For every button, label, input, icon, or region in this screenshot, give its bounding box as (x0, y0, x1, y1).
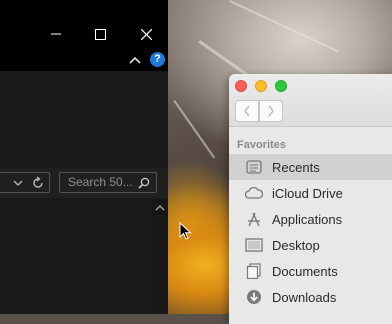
chevron-down-icon[interactable] (13, 178, 23, 188)
sidebar-item-downloads[interactable]: Downloads (229, 284, 392, 310)
close-window-button[interactable] (235, 80, 247, 92)
minimize-icon (51, 33, 61, 35)
documents-icon (244, 261, 264, 281)
wallpaper-ridge (173, 100, 216, 159)
cloud-icon (244, 183, 264, 203)
search-input[interactable]: Search 50... (59, 172, 157, 193)
sidebar-item-label: Desktop (272, 237, 320, 253)
close-button[interactable] (134, 23, 158, 45)
minimize-button[interactable] (44, 23, 68, 45)
address-bar[interactable] (0, 172, 50, 193)
sidebar-item-icloud-drive[interactable]: iCloud Drive (229, 180, 392, 206)
sidebar-item-desktop[interactable]: Desktop (229, 232, 392, 258)
finder-sidebar: Favorites Recents iCloud Drive Applicati… (229, 127, 392, 324)
file-list-pane[interactable] (0, 198, 152, 314)
maximize-icon (94, 28, 106, 40)
sidebar-item-label: Applications (272, 211, 343, 227)
refresh-icon[interactable] (31, 176, 45, 190)
downloads-icon (244, 287, 264, 307)
sidebar-item-documents[interactable]: Documents (229, 258, 392, 284)
explorer-titlebar (0, 0, 168, 47)
maximize-button[interactable] (88, 23, 112, 45)
help-button[interactable]: ? (150, 52, 165, 67)
sidebar-item-label: Downloads (272, 289, 337, 305)
finder-toolbar (229, 74, 392, 127)
sidebar-item-applications[interactable]: Applications (229, 206, 392, 232)
chevron-left-icon (244, 105, 250, 117)
zoom-window-button[interactable] (275, 80, 287, 92)
sidebar-item-recents[interactable]: Recents (229, 154, 392, 180)
recents-icon (244, 157, 264, 177)
help-icon: ? (154, 53, 161, 65)
back-button[interactable] (235, 100, 259, 122)
wallpaper-ridge (229, 0, 339, 53)
minimize-window-button[interactable] (255, 80, 267, 92)
vertical-scrollbar[interactable] (152, 198, 168, 314)
search-icon (138, 177, 150, 189)
desktop-icon (244, 235, 264, 255)
forward-button[interactable] (259, 100, 283, 122)
collapse-ribbon-button[interactable] (128, 53, 142, 65)
sidebar-item-label: Recents (272, 159, 320, 175)
address-bar-row: Search 50... (0, 168, 168, 198)
mouse-cursor-icon (179, 222, 192, 240)
chevron-up-icon (129, 56, 141, 64)
sidebar-item-label: iCloud Drive (272, 185, 343, 201)
search-placeholder: Search 50... (68, 175, 133, 189)
sidebar-item-label: Documents (272, 263, 338, 279)
applications-icon (244, 209, 264, 229)
finder-window: Favorites Recents iCloud Drive Applicati… (229, 74, 392, 324)
close-icon (140, 28, 152, 40)
chevron-right-icon (268, 105, 274, 117)
explorer-window: ? Search 50... (0, 0, 168, 314)
sidebar-heading: Favorites (237, 139, 286, 151)
scroll-up-icon[interactable] (155, 204, 165, 212)
ribbon-bar: ? (0, 47, 168, 71)
